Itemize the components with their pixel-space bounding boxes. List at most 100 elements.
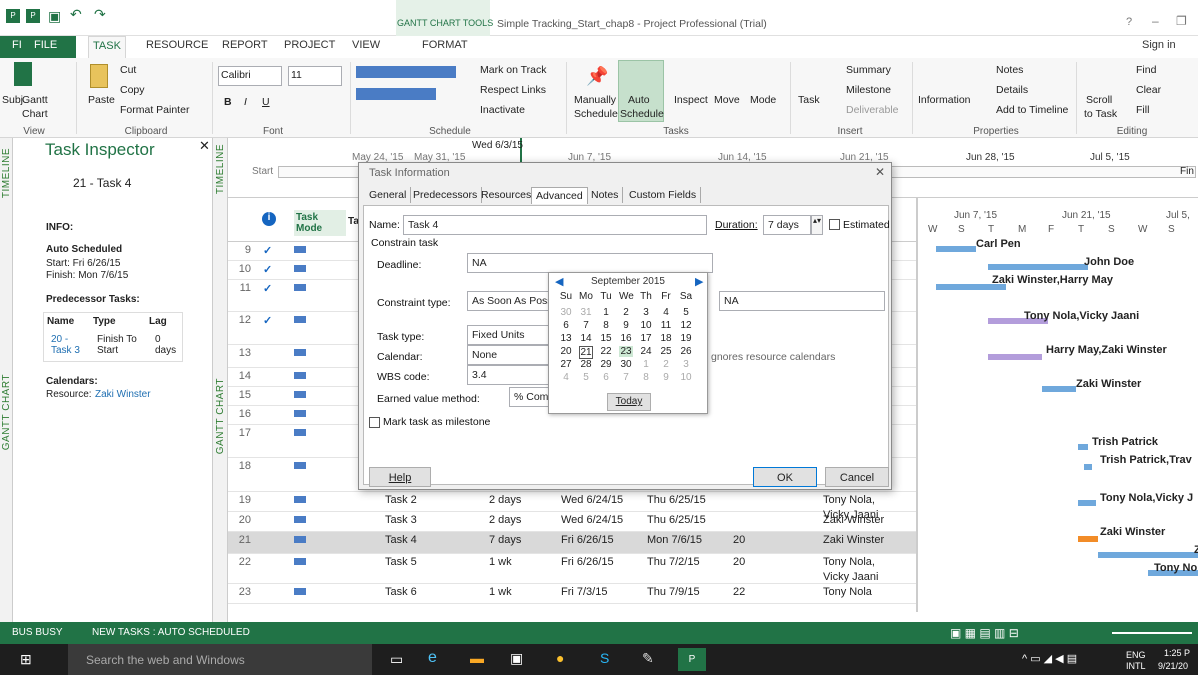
pred-name-link-2[interactable]: Task 3 (51, 345, 80, 356)
help-icon[interactable]: ? (1126, 16, 1132, 28)
insert-task-button[interactable]: Task (798, 94, 820, 106)
store-icon[interactable]: ▣ (510, 650, 523, 667)
tab-resources[interactable]: Resources (477, 187, 537, 203)
calendar-day[interactable]: 29 (599, 359, 613, 370)
calendar-day[interactable]: 3 (639, 307, 653, 318)
calendar-day[interactable]: 25 (659, 346, 673, 357)
calendar-day[interactable]: 7 (579, 320, 593, 331)
project-taskbar-icon[interactable]: P (678, 648, 706, 671)
calendar-day[interactable]: 9 (619, 320, 633, 331)
tab-task[interactable]: TASK (88, 36, 126, 58)
calendar-day[interactable]: 2 (619, 307, 633, 318)
gantt-bar[interactable] (1084, 464, 1092, 470)
tab-view[interactable]: VIEW (348, 39, 384, 51)
calendar-day[interactable]: 21 (579, 346, 593, 359)
deliverable-button[interactable]: Deliverable (846, 104, 899, 116)
view-icons[interactable]: ▣ ▦ ▤ ▥ ⊟ (950, 626, 1019, 640)
task-view-icon[interactable]: ▭ (390, 651, 403, 668)
manually-schedule-button[interactable]: Manually (574, 94, 616, 106)
calendar-day[interactable]: 4 (659, 307, 673, 318)
calendar-day[interactable]: 19 (679, 333, 693, 344)
save-icon[interactable]: ▣ (48, 8, 61, 25)
calendar-day[interactable]: 12 (679, 320, 693, 331)
paste-button[interactable]: Paste (88, 94, 115, 106)
timeline-side-label[interactable]: TIMELINE (1, 148, 12, 198)
tab-fi[interactable]: FI (8, 39, 26, 51)
calendar-day[interactable]: 24 (639, 346, 653, 357)
file-explorer-icon[interactable]: ▬ (470, 650, 484, 666)
chrome-icon[interactable]: ● (556, 650, 564, 666)
task-type-select[interactable]: Fixed Units (467, 325, 555, 345)
tab-project[interactable]: PROJECT (280, 39, 339, 51)
timeline-mid-label[interactable]: TIMELINE (215, 144, 226, 194)
calendar-day[interactable]: 30 (619, 359, 633, 370)
calendar-day[interactable]: 1 (639, 359, 653, 370)
calendar-today-button[interactable]: Today (607, 393, 651, 411)
calendar-day[interactable]: 17 (639, 333, 653, 344)
cancel-button[interactable]: Cancel (825, 467, 889, 487)
undo-icon[interactable]: ↶ (70, 6, 82, 23)
constraint-date-field[interactable]: NA (719, 291, 885, 311)
bold-button[interactable]: B (224, 96, 232, 108)
language[interactable]: ENG (1126, 650, 1146, 660)
tab-predecessors[interactable]: Predecessors (409, 187, 483, 203)
calendar-day[interactable]: 7 (619, 372, 633, 383)
sign-in-link[interactable]: Sign in (1138, 39, 1180, 51)
gantt-bar[interactable] (988, 354, 1042, 360)
clear-button[interactable]: Clear (1136, 84, 1161, 96)
next-month-arrow[interactable]: ▶ (695, 275, 703, 288)
milestone-button[interactable]: Milestone (846, 84, 891, 96)
calendar-day[interactable]: 9 (659, 372, 673, 383)
summary-button[interactable]: Summary (846, 64, 891, 76)
calendar-day[interactable]: 3 (679, 359, 693, 370)
zoom-slider[interactable] (1112, 632, 1192, 634)
restore-icon[interactable]: ❐ (1176, 14, 1187, 28)
calendar-day[interactable]: 8 (599, 320, 613, 331)
copy-button[interactable]: Copy (120, 84, 145, 96)
duration-spinner[interactable]: ▴▾ (811, 215, 823, 235)
calendar-day[interactable]: 1 (599, 307, 613, 318)
gantt-side-label[interactable]: GANTT CHART (1, 374, 12, 450)
calendar-day[interactable]: 13 (559, 333, 573, 344)
calendar-day[interactable]: 28 (579, 359, 593, 370)
find-button[interactable]: Find (1136, 64, 1156, 76)
font-size-select[interactable]: 11 (288, 66, 342, 86)
paint-icon[interactable]: ✎ (642, 650, 654, 667)
gantt-bar[interactable] (1042, 386, 1076, 392)
redo-icon[interactable]: ↷ (94, 6, 106, 23)
calendar-day[interactable]: 26 (679, 346, 693, 357)
calendar-day[interactable]: 14 (579, 333, 593, 344)
calendar-day[interactable]: 20 (559, 346, 573, 357)
gantt-bar[interactable] (936, 246, 976, 252)
resource-link[interactable]: Zaki Winster (95, 389, 151, 400)
calendar-day[interactable]: 22 (599, 346, 613, 357)
table-row[interactable]: 19 Task 2 2 days Wed 6/24/15 Thu 6/25/15 Tony… (228, 492, 916, 521)
calendar-day[interactable]: 27 (559, 359, 573, 370)
status-new-tasks[interactable]: NEW TASKS : AUTO SCHEDULED (92, 627, 250, 638)
information-button[interactable]: Information (918, 94, 971, 106)
fill-button[interactable]: Fill (1136, 104, 1149, 116)
gantt-chart-area[interactable]: Jun 7, '15 Jun 21, '15 Jul 5, WSTMFTSWS … (916, 198, 1198, 612)
wbs-field[interactable]: 3.4 (467, 365, 555, 385)
estimated-checkbox[interactable] (829, 219, 840, 230)
table-row[interactable]: 21 Task 4 7 days Fri 6/26/15 Mon 7/6/15 20 Zak… (228, 532, 916, 554)
calendar-day[interactable]: 11 (659, 320, 673, 331)
dialog-close-icon[interactable]: ✕ (875, 165, 885, 179)
move-button[interactable]: Move (714, 94, 740, 106)
add-to-timeline-button[interactable]: Add to Timeline (996, 104, 1068, 116)
close-icon[interactable]: ✕ (199, 138, 210, 154)
edge-icon[interactable]: e (428, 649, 437, 667)
calendar-day[interactable]: 30 (559, 307, 573, 318)
gantt-bar[interactable] (1078, 536, 1098, 542)
calendar-day[interactable]: 5 (679, 307, 693, 318)
skype-icon[interactable]: S (600, 650, 609, 666)
tray-icons[interactable]: ^ ▭ ◢ ◀ ▤ (1022, 652, 1077, 665)
inactivate-button[interactable]: Inactivate (480, 104, 525, 116)
calendar-select[interactable]: None (467, 345, 555, 365)
calendar-day[interactable]: 15 (599, 333, 613, 344)
gantt-bar[interactable] (988, 264, 1088, 270)
calendar-day[interactable]: 23 (619, 346, 633, 357)
calendar-day[interactable]: 6 (599, 372, 613, 383)
format-painter-button[interactable]: Format Painter (120, 104, 189, 116)
calendar-day[interactable]: 8 (639, 372, 653, 383)
